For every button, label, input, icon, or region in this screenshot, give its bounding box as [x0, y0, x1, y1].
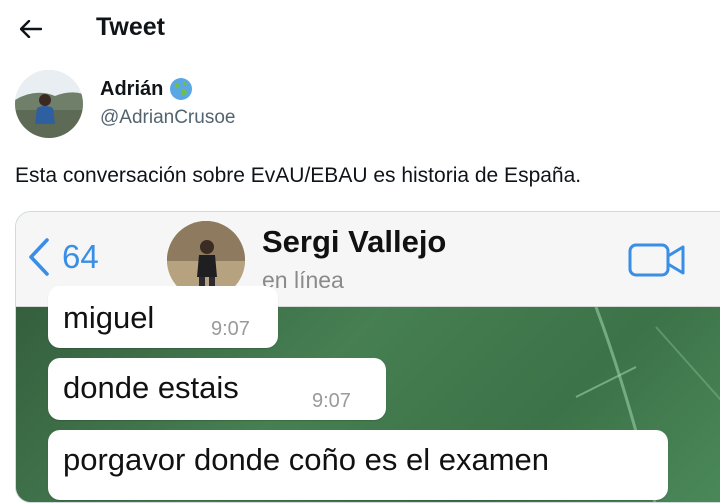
back-arrow-icon[interactable]	[14, 12, 48, 46]
message-text: donde estais	[63, 370, 239, 405]
message-time: 9:07	[312, 390, 351, 412]
message-bubble: porgavor donde coño es el examen	[48, 430, 668, 500]
message-bubble: donde estais 9:07	[48, 358, 386, 420]
globe-icon	[169, 77, 193, 101]
top-bar: Tweet	[0, 0, 720, 56]
message-text: porgavor donde coño es el examen	[63, 442, 549, 477]
message-text: miguel	[63, 300, 155, 335]
page-title: Tweet	[96, 13, 165, 41]
chat-back-button[interactable]: 64	[28, 238, 99, 276]
author-name[interactable]: Adrián	[100, 77, 193, 101]
tweet-text: Esta conversación sobre EvAU/EBAU es his…	[15, 164, 582, 187]
unread-count: 64	[62, 238, 99, 275]
message-time: 9:07	[211, 318, 250, 340]
contact-name: Sergi Vallejo	[262, 224, 447, 259]
chevron-left-icon	[29, 238, 49, 276]
author-avatar[interactable]	[15, 70, 83, 138]
tweet-media-image[interactable]: 64 Sergi Vallejo en línea miguel 9:07 do…	[15, 211, 720, 503]
author-handle[interactable]: @AdrianCrusoe	[100, 107, 235, 129]
message-bubble: miguel 9:07	[48, 286, 278, 348]
video-call-icon[interactable]	[628, 242, 686, 283]
